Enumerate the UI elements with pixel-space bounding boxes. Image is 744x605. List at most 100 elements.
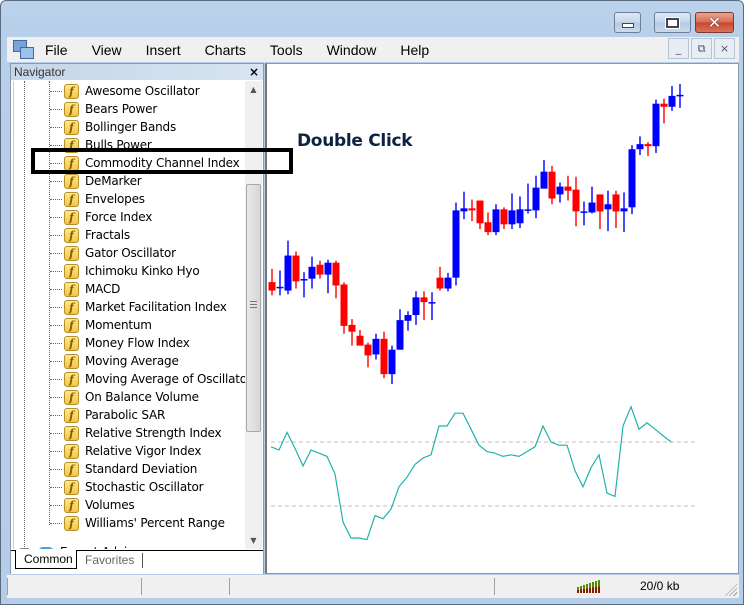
menu-window[interactable]: Window [327, 42, 377, 58]
indicator-function-icon: f [64, 479, 79, 495]
tree-item-indicator[interactable]: f Force Index [50, 208, 152, 226]
tree-item-indicator[interactable]: f Relative Vigor Index [50, 442, 201, 460]
tree-item-indicator[interactable]: f Gator Oscillator [50, 244, 176, 262]
resize-grip[interactable] [725, 584, 737, 596]
tree-item-indicator[interactable]: f Moving Average [50, 352, 179, 370]
tree-item-indicator[interactable]: f Moving Average of Oscillator [50, 370, 245, 388]
tree-item-indicator[interactable]: f Fractals [50, 226, 130, 244]
tree-item-indicator[interactable]: f Market Facilitation Index [50, 298, 227, 316]
candle [308, 256, 316, 289]
tree-item-indicator[interactable]: f Bears Power [50, 100, 157, 118]
menu-charts[interactable]: Charts [205, 42, 246, 58]
tree-item-indicator[interactable]: f Williams' Percent Range [50, 514, 225, 532]
navigator-scrollbar[interactable]: ▲ ▼ [245, 81, 262, 549]
cci-line [270, 405, 672, 541]
tree-item-indicator[interactable]: f Parabolic SAR [50, 406, 165, 424]
menu-insert[interactable]: Insert [146, 42, 181, 58]
tree-item-indicator[interactable]: f Stochastic Oscillator [50, 478, 204, 496]
indicator-function-icon: f [64, 389, 79, 405]
candle [420, 291, 428, 321]
navigator-close-button[interactable]: × [249, 64, 259, 80]
mdi-restore-button[interactable]: ⧉ [691, 38, 712, 59]
indicator-function-icon: f [64, 137, 79, 153]
candle-body [380, 338, 388, 375]
menu-view[interactable]: View [92, 42, 122, 58]
candle [348, 319, 356, 346]
scroll-thumb[interactable] [246, 184, 261, 432]
candle [644, 142, 652, 157]
candle-body [588, 202, 596, 213]
candle [436, 266, 444, 291]
candle-body [652, 103, 660, 147]
tree-item-indicator[interactable]: f Awesome Oscillator [50, 82, 200, 100]
candle-body [284, 255, 292, 291]
tree-item-indicator[interactable]: f On Balance Volume [50, 388, 199, 406]
candle-body [388, 349, 396, 375]
candle [452, 202, 460, 286]
tree-item-indicator[interactable]: f Bulls Power [50, 136, 152, 154]
candle-body [356, 335, 364, 346]
candle-body [604, 204, 612, 210]
tree-item-indicator[interactable]: f Standard Deviation [50, 460, 197, 478]
tree-item-label: Stochastic Oscillator [85, 480, 204, 494]
mdi-minimize-button[interactable]: _ [668, 38, 689, 59]
candle [652, 99, 660, 153]
expand-icon[interactable]: + [20, 547, 29, 549]
indicator-function-icon: f [64, 281, 79, 297]
conn-bar-bottom [583, 589, 585, 593]
candle [364, 342, 372, 368]
tree-item-indicator[interactable]: f Envelopes [50, 190, 145, 208]
indicator-function-icon: f [64, 83, 79, 99]
candle [572, 176, 580, 227]
window-minimize-button[interactable] [614, 12, 641, 33]
tree-item-label: Market Facilitation Index [85, 300, 227, 314]
title-bar[interactable]: ✕ [1, 1, 743, 35]
navigator-panel: Navigator × f Awesome Oscillator f Bears Po… [10, 63, 264, 574]
tree-item-label: Momentum [85, 318, 152, 332]
candle-body [348, 324, 356, 332]
candle-body [660, 103, 668, 107]
candle-body [276, 286, 284, 289]
menu-tools[interactable]: Tools [270, 42, 303, 58]
candle-body [636, 144, 644, 150]
indicator-function-icon: f [64, 155, 79, 171]
app-icon[interactable] [13, 39, 35, 60]
menu-bar: File View Insert Charts Tools Window Hel… [7, 37, 739, 62]
mdi-close-button[interactable]: × [714, 38, 735, 59]
scroll-up-arrow-icon[interactable]: ▲ [245, 81, 262, 98]
tree-item-indicator[interactable]: f Money Flow Index [50, 334, 190, 352]
tree-item-indicator[interactable]: f DeMarker [50, 172, 142, 190]
tree-item-label: Moving Average [85, 354, 179, 368]
candle [628, 145, 636, 215]
tree-item-indicator[interactable]: f Commodity Channel Index [50, 154, 240, 172]
tab-favorites[interactable]: Favorites [77, 553, 144, 568]
candle [300, 272, 308, 298]
scroll-down-arrow-icon[interactable]: ▼ [245, 532, 262, 549]
menu-help[interactable]: Help [400, 42, 429, 58]
tree-item-indicator[interactable]: f Ichimoku Kinko Hyo [50, 262, 200, 280]
candle [324, 259, 332, 294]
tree-item-indicator[interactable]: f MACD [50, 280, 120, 298]
window-maximize-button[interactable] [654, 12, 691, 33]
candle-body [516, 209, 524, 224]
tree-item-indicator[interactable]: f Relative Strength Index [50, 424, 222, 442]
conn-bar-bottom [586, 588, 588, 593]
tab-common[interactable]: Common [15, 550, 77, 569]
candle [508, 193, 516, 230]
candle-body [580, 211, 588, 213]
tree-item-indicator[interactable]: f Volumes [50, 496, 135, 514]
tree-item-indicator[interactable]: f Bollinger Bands [50, 118, 176, 136]
candle-body [524, 209, 532, 211]
window-close-button[interactable]: ✕ [695, 12, 734, 33]
indicator-function-icon: f [64, 173, 79, 189]
tree-item-indicator[interactable]: f Momentum [50, 316, 152, 334]
conn-bar-bottom [598, 586, 600, 593]
tree-item-expert-advisors[interactable]: + Expert Advisors [16, 543, 151, 549]
tree-item-label: Williams' Percent Range [85, 516, 225, 530]
candle-body [540, 171, 548, 189]
candle-body [372, 338, 380, 355]
candle [620, 192, 628, 233]
candle-body [620, 208, 628, 212]
menu-file[interactable]: File [45, 42, 68, 58]
tree-item-label: Force Index [85, 210, 153, 224]
